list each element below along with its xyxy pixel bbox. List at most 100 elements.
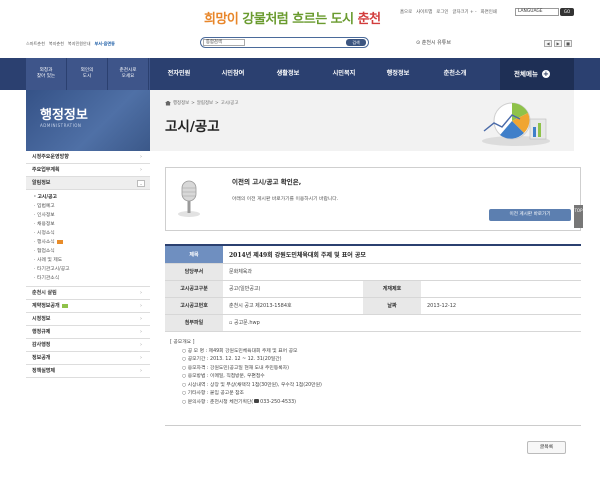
youtube-link[interactable]: ⊙ 춘천시 유튜브 bbox=[416, 39, 451, 46]
scroll-top-button[interactable]: TOP bbox=[574, 205, 583, 228]
gnb-menu-item[interactable]: 춘천소개 bbox=[426, 58, 484, 90]
submenu-item[interactable]: · 사례 및 제도 bbox=[34, 256, 150, 265]
gnb-left-item[interactable]: 춘천시로 오세요 bbox=[108, 58, 149, 90]
gnb-menu-item[interactable]: 전자민원 bbox=[150, 58, 208, 90]
side-nav-label: 감사행정 bbox=[32, 342, 51, 348]
submenu-item[interactable]: · 타기관고시/공고 bbox=[34, 265, 150, 274]
side-nav-item[interactable]: 계약정보공개 › bbox=[26, 300, 150, 313]
side-nav-item[interactable]: 정보공개 › bbox=[26, 352, 150, 365]
gnb-main-menu: 전자민원 시민참여 생활정보 시민복지 행정정보 춘천소개 bbox=[150, 58, 484, 90]
util-print-link[interactable]: 화면인쇄 bbox=[481, 9, 497, 15]
submenu-item[interactable]: · 인사정보 bbox=[34, 211, 150, 220]
subject-value: 2014년 제49회 강원도민체육대회 주제 및 표어 공모 bbox=[223, 244, 581, 264]
attachment-link[interactable]: ▫ 공고문.hwp bbox=[223, 314, 581, 332]
breadcrumb: 행정정보 > 알림정보 > 고시/공고 bbox=[165, 100, 238, 106]
chart-illustration-icon bbox=[482, 102, 550, 146]
prev-arrow-icon[interactable]: ◀ bbox=[544, 40, 552, 47]
side-nav-item-open[interactable]: 알림정보 ⌄ bbox=[26, 177, 150, 190]
gnb-menu-item[interactable]: 시민참여 bbox=[208, 58, 258, 90]
chevron-right-icon: › bbox=[140, 303, 142, 309]
home-icon[interactable] bbox=[165, 100, 171, 106]
submenu-item[interactable]: · 채용정보 bbox=[34, 220, 150, 229]
breadcrumb-item[interactable]: 알림정보 bbox=[197, 100, 213, 106]
util-sitemap-link[interactable]: 사이트맵 bbox=[416, 9, 432, 15]
list-button[interactable]: 글목록 bbox=[527, 441, 566, 454]
attachment-name: 공고문.hwp bbox=[233, 320, 260, 326]
quick-link[interactable]: 복지춘천 bbox=[49, 41, 64, 47]
notice-body: [ 공모개요 ] ○ 공 모 명 : 제49회 강원도민체육대회 주제 및 표어… bbox=[170, 339, 322, 407]
writer-value bbox=[421, 280, 581, 298]
side-nav-item[interactable]: 감사행정 › bbox=[26, 339, 150, 352]
breadcrumb-item[interactable]: 행정정보 bbox=[173, 100, 189, 106]
logo-part: 희망이 bbox=[204, 12, 243, 27]
chevron-right-icon: › bbox=[140, 154, 142, 160]
submenu-item[interactable]: · 협업소식 bbox=[34, 247, 150, 256]
writer-label: 게재제호 bbox=[363, 280, 421, 298]
table-row: 제목 2014년 제49회 강원도민체육대회 주제 및 표어 공모 bbox=[165, 244, 581, 264]
quick-link[interactable]: 복지민원안내 bbox=[68, 41, 91, 47]
notice-heading: 이전의 고시/공고 확인은, bbox=[232, 178, 302, 186]
stop-icon[interactable]: ■ bbox=[564, 40, 572, 47]
notice-text: 아래의 이전 게시판 바로가기를 이용하시기 바랍니다. bbox=[232, 197, 339, 202]
side-nav-label: 춘천시 살림 bbox=[32, 290, 57, 296]
submenu-item[interactable]: · 행사소식 bbox=[34, 238, 150, 247]
contact-number: 033-250-4533) bbox=[260, 399, 297, 405]
chevron-right-icon: › bbox=[140, 290, 142, 296]
language-select[interactable]: LANGUAGE bbox=[515, 8, 559, 16]
side-nav-item[interactable]: 행정규제 › bbox=[26, 326, 150, 339]
side-nav-item[interactable]: 주요업무계획 › bbox=[26, 164, 150, 177]
breadcrumb-item: 고시/공고 bbox=[220, 101, 239, 106]
quick-links: 스마트춘천 복지춘천 복지민원안내 부서·읍면동 bbox=[26, 41, 115, 47]
gnb-left-item[interactable]: 외청과 찾아 있는 bbox=[26, 58, 67, 90]
chevron-right-icon: › bbox=[140, 316, 142, 322]
side-nav-label: 알림정보 bbox=[32, 180, 51, 186]
chevron-right-icon: › bbox=[140, 368, 142, 374]
previous-board-button[interactable]: 이전 게시판 바로가기 bbox=[489, 209, 571, 221]
side-nav-item[interactable]: 정책실명제 › bbox=[26, 365, 150, 378]
contact-prefix: ○ 문의사항 : 춘천시청 체전기획단( bbox=[182, 399, 254, 405]
side-nav-item[interactable]: 춘천시 살림 › bbox=[26, 287, 150, 300]
gnb-left-item[interactable]: 외인의 도시 bbox=[67, 58, 108, 90]
util-home-link[interactable]: 홈으로 bbox=[400, 9, 412, 15]
side-nav-item[interactable]: 시정주요운영방향 › bbox=[26, 151, 150, 164]
all-menu-button[interactable]: 전체메뉴 + bbox=[500, 58, 574, 90]
side-nav-label: 정보공개 bbox=[32, 355, 51, 361]
notice-detail-table: 제목 2014년 제49회 강원도민체육대회 주제 및 표어 공모 담당부서 문… bbox=[165, 244, 581, 332]
side-nav-label: 정책실명제 bbox=[32, 368, 56, 374]
table-row: 고시공고구분 공고(일반공고) 게재제호 bbox=[165, 280, 581, 298]
type-label: 고시공고구분 bbox=[165, 280, 223, 298]
chevron-down-icon[interactable]: ⌄ bbox=[137, 180, 145, 187]
body-line: ○ 응모자격 : 강원도민(공고일 현재 도내 주민등록자) bbox=[182, 365, 289, 371]
gnb-menu-item[interactable]: 행정정보 bbox=[370, 58, 426, 90]
util-login-link[interactable]: 로그인 bbox=[436, 9, 448, 15]
side-nav-label: 시정정보 bbox=[32, 316, 51, 322]
logo-part: 강물처럼 bbox=[242, 12, 293, 27]
submenu-item[interactable]: · 타기관소식 bbox=[34, 274, 150, 283]
page-title: 고시/공고 bbox=[165, 119, 220, 135]
site-logo[interactable]: 희망이 강물처럼 흐르는 도시 춘천 bbox=[204, 8, 381, 27]
side-nav-item[interactable]: 시정정보 › bbox=[26, 313, 150, 326]
submenu-item[interactable]: · 시정소식 bbox=[34, 229, 150, 238]
side-nav-label: 행정규제 bbox=[32, 329, 51, 335]
language-go-button[interactable]: GO bbox=[560, 8, 574, 16]
section-heading-box: 행정정보 ADMINISTRATION bbox=[26, 90, 150, 151]
quick-link[interactable]: 스마트춘천 bbox=[26, 41, 45, 47]
submenu-item[interactable]: · 입법예고 bbox=[34, 202, 150, 211]
body-line: ○ 공모기간 : 2013. 12. 12 ~ 12. 31(20일간) bbox=[182, 357, 282, 362]
body-line: ○ 시상내역 : 상장 및 부상(채택작 1점(30만원), 우수작 1점(20… bbox=[182, 382, 322, 388]
chevron-right-icon: › bbox=[140, 167, 142, 173]
gnb-menu-item[interactable]: 생활정보 bbox=[258, 58, 318, 90]
gnb-menu-item[interactable]: 시민복지 bbox=[318, 58, 370, 90]
plus-icon: + bbox=[541, 70, 550, 78]
new-badge-icon bbox=[56, 239, 63, 244]
quick-link[interactable]: 부서·읍면동 bbox=[95, 41, 115, 47]
next-arrow-icon[interactable]: ▶ bbox=[554, 40, 562, 47]
section-subtitle: ADMINISTRATION bbox=[40, 123, 82, 128]
table-row: 첨부파일 ▫ 공고문.hwp bbox=[165, 314, 581, 332]
search-button[interactable]: 검색 bbox=[346, 39, 366, 46]
util-fontsize[interactable]: 글자크기 + - bbox=[452, 9, 476, 15]
submenu-item-active[interactable]: · 고시/공고 bbox=[34, 193, 150, 202]
search-scope-select[interactable]: 통합검색 bbox=[203, 39, 245, 46]
date-value: 2013-12-12 bbox=[421, 297, 581, 315]
side-nav-label: 계약정보공개 bbox=[32, 303, 60, 309]
